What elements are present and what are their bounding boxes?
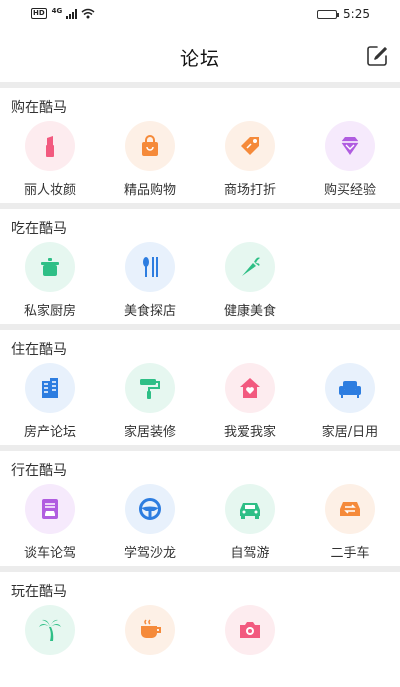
category-label: 家居装修: [123, 425, 176, 440]
palm-tree-icon: [39, 619, 61, 641]
icon-circle: [25, 242, 75, 292]
icon-circle: [225, 484, 275, 534]
section: 行在酷马谈车论驾 学驾沙龙 自驾游 二手车: [0, 445, 400, 566]
icon-circle: [125, 242, 175, 292]
building-icon: [42, 378, 58, 398]
forum-category-item[interactable]: 二手车: [300, 484, 400, 561]
forum-category-item[interactable]: 健康美食: [200, 242, 300, 319]
icon-circle: [225, 363, 275, 413]
forum-category-item[interactable]: 丽人妆颜: [0, 121, 100, 198]
lipstick-icon: [46, 136, 54, 157]
nav-bar: 论坛: [0, 30, 400, 82]
icon-circle: [25, 484, 75, 534]
icon-circle: [225, 242, 275, 292]
paint-roller-icon: [140, 379, 160, 399]
category-label: 精品购物: [123, 183, 176, 198]
section-title: 购在酷马: [11, 100, 67, 116]
home-heart-icon: [240, 378, 260, 398]
forum-category-item[interactable]: 商场打折: [200, 121, 300, 198]
shopping-bag-icon: [142, 135, 158, 156]
section-grid: 私家厨房 美食探店 健康美食: [0, 236, 400, 324]
section-grid: 谈车论驾 学驾沙龙 自驾游 二手车: [0, 478, 400, 566]
status-time: 5:25: [343, 7, 370, 21]
status-bar: HD 4G 5:25: [0, 0, 400, 30]
forum-category-item[interactable]: 自驾游: [200, 484, 300, 561]
diamond-icon: [341, 137, 359, 155]
section: 住在酷马房产论坛 家居装修 我爱我家 家居/日用: [0, 324, 400, 445]
category-label: 健康美食: [223, 304, 276, 319]
forum-category-item[interactable]: [100, 605, 200, 663]
icon-circle: [125, 121, 175, 171]
icon-circle: [225, 605, 275, 655]
icon-circle: [125, 484, 175, 534]
forum-category-item[interactable]: 谈车论驾: [0, 484, 100, 561]
forum-sections: 购在酷马丽人妆颜 精品购物 商场打折 购买经验吃在酷马私家厨房 美食探店 健康美食住在酷马…: [0, 82, 400, 687]
forum-category-item[interactable]: 我爱我家: [200, 363, 300, 440]
section-grid: 丽人妆颜 精品购物 商场打折 购买经验: [0, 115, 400, 203]
icon-circle: [25, 121, 75, 171]
battery-icon: [317, 9, 340, 19]
icon-circle: [25, 363, 75, 413]
section-title: 行在酷马: [11, 463, 67, 479]
icon-circle: [325, 121, 375, 171]
section: 购在酷马丽人妆颜 精品购物 商场打折 购买经验: [0, 82, 400, 203]
icon-circle: [125, 363, 175, 413]
forum-category-item[interactable]: 购买经验: [300, 121, 400, 198]
category-label: 商场打折: [223, 183, 276, 198]
category-label: 自驾游: [230, 546, 270, 561]
section-title: 住在酷马: [11, 342, 67, 358]
category-label: 学驾沙龙: [123, 546, 176, 561]
camera-icon: [240, 622, 260, 638]
section-grid: 房产论坛 家居装修 我爱我家 家居/日用: [0, 357, 400, 445]
category-label: 美食探店: [123, 304, 176, 319]
category-label: 家居/日用: [321, 425, 379, 440]
forum-category-item[interactable]: [200, 605, 300, 663]
forum-category-item[interactable]: 家居/日用: [300, 363, 400, 440]
category-label: 我爱我家: [223, 425, 276, 440]
car-document-icon: [42, 499, 58, 519]
hd-badge: HD: [31, 8, 47, 19]
status-indicators: HD 4G: [31, 6, 95, 19]
icon-circle: [325, 484, 375, 534]
signal-icon: [66, 8, 78, 19]
carrot-icon: [242, 257, 260, 276]
steering-wheel-icon: [139, 498, 161, 520]
category-label: 私家厨房: [23, 304, 76, 319]
car-icon: [240, 503, 260, 519]
forum-category-item[interactable]: 房产论坛: [0, 363, 100, 440]
category-label: 谈车论驾: [23, 546, 76, 561]
forum-category-item[interactable]: 学驾沙龙: [100, 484, 200, 561]
category-label: 丽人妆颜: [23, 183, 76, 198]
forum-category-item[interactable]: 私家厨房: [0, 242, 100, 319]
price-tag-icon: [241, 137, 259, 155]
forum-category-item[interactable]: 美食探店: [100, 242, 200, 319]
coffee-cup-icon: [141, 619, 161, 638]
icon-circle: [125, 605, 175, 655]
section: 玩在酷马: [0, 566, 400, 687]
cooking-pot-icon: [41, 258, 59, 276]
category-label: 二手车: [330, 546, 370, 561]
icon-circle: [25, 605, 75, 655]
forum-category-item[interactable]: 精品购物: [100, 121, 200, 198]
category-label: 房产论坛: [23, 425, 76, 440]
page-title: 论坛: [179, 48, 220, 70]
section-title: 吃在酷马: [11, 221, 67, 237]
forum-category-item[interactable]: [0, 605, 100, 663]
sofa-icon: [339, 381, 361, 398]
network-type: 4G: [51, 6, 63, 15]
section-grid: [0, 599, 400, 687]
wifi-icon: [81, 8, 95, 19]
section: 吃在酷马私家厨房 美食探店 健康美食: [0, 203, 400, 324]
section-title: 玩在酷马: [11, 584, 67, 600]
car-exchange-icon: [340, 502, 360, 516]
status-right: 5:25: [317, 7, 370, 21]
edit-icon[interactable]: [366, 45, 388, 67]
forum-category-item[interactable]: 家居装修: [100, 363, 200, 440]
icon-circle: [325, 363, 375, 413]
icon-circle: [225, 121, 275, 171]
category-label: 购买经验: [323, 183, 376, 198]
utensils-icon: [143, 257, 158, 277]
